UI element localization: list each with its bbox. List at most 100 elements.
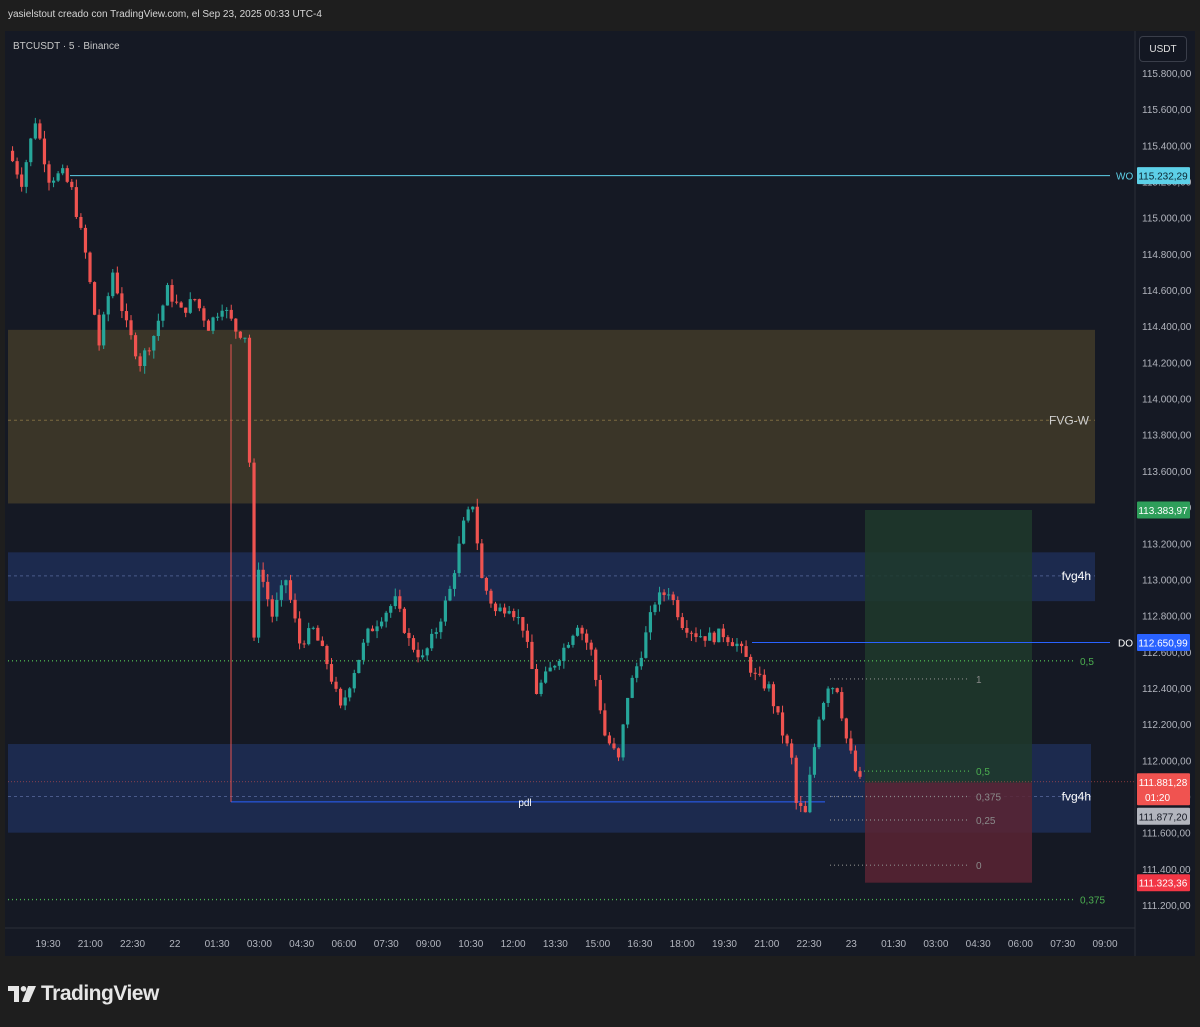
y-tick-label: 113.600,00 <box>1142 467 1192 478</box>
candle <box>111 269 115 299</box>
y-tick-label: 111.600,00 <box>1142 829 1191 840</box>
position-loss-zone <box>865 782 1032 883</box>
zone-label-fvg4h-upper: fvg4h <box>1062 569 1091 583</box>
level-do-label: DO <box>1118 639 1133 650</box>
x-tick-label: 06:00 <box>331 939 356 950</box>
local-fib-label-0: 1 <box>976 675 982 686</box>
zone-0 <box>8 329 1095 504</box>
y-tick-label: 114.400,00 <box>1142 322 1192 333</box>
last-price-badge-countdown: 01:20 <box>1145 793 1170 804</box>
candlestick-chart[interactable]: FVG-W fvg4h fvg4h 0,5 0,375 WO DO pdl 1 0,5 0,375 0… <box>5 31 1195 956</box>
chart-title: yasielstout creado con TradingView.com, … <box>8 9 322 20</box>
last-price-badge: 111.881,28 <box>1139 778 1188 789</box>
x-tick-label: 03:00 <box>247 939 272 950</box>
local-fib-label-1: 0,5 <box>976 767 990 778</box>
x-tick-label: 23 <box>846 939 858 950</box>
x-tick-label: 19:30 <box>35 939 60 950</box>
zone-label-fvg4h-lower: fvg4h <box>1062 789 1091 803</box>
candle <box>247 334 252 468</box>
candle <box>812 743 817 778</box>
x-tick-label: 01:30 <box>881 939 906 950</box>
candle <box>256 562 261 643</box>
y-tick-label: 115.400,00 <box>1142 141 1192 152</box>
x-tick-label: 12:00 <box>501 939 526 950</box>
x-tick-label: 22 <box>169 939 181 950</box>
symbol-label[interactable]: BTCUSDT · 5 · Binance <box>13 41 120 52</box>
wo-price-badge: 115.232,29 <box>1138 172 1188 183</box>
y-tick-label: 112.400,00 <box>1142 684 1192 695</box>
candle <box>133 332 138 360</box>
candle <box>630 675 634 699</box>
x-tick-label: 21:00 <box>754 939 779 950</box>
y-tick-label: 113.000,00 <box>1142 575 1192 586</box>
x-tick-label: 16:30 <box>627 939 652 950</box>
x-tick-label: 06:00 <box>1008 939 1033 950</box>
candle <box>621 723 625 761</box>
candle <box>821 701 826 721</box>
currency-button[interactable]: USDT <box>1139 36 1187 62</box>
y-tick-label: 112.800,00 <box>1142 612 1192 623</box>
x-tick-label: 18:00 <box>670 939 695 950</box>
fib-label-0: 0,5 <box>1080 657 1094 668</box>
level-wo-label: WO <box>1116 172 1133 183</box>
y-tick-label: 115.800,00 <box>1142 69 1192 80</box>
x-tick-label: 09:00 <box>1092 939 1117 950</box>
candle <box>88 251 92 284</box>
x-tick-label: 07:30 <box>1050 939 1075 950</box>
candle <box>794 755 798 810</box>
x-tick-label: 13:30 <box>543 939 568 950</box>
candle <box>338 687 343 709</box>
candle <box>462 516 466 545</box>
chart-area[interactable]: FVG-W fvg4h fvg4h 0,5 0,375 WO DO pdl 1 0,5 0,375 0… <box>5 31 1195 956</box>
candle <box>626 697 630 729</box>
tradingview-logo-icon <box>8 986 36 1002</box>
candle <box>357 659 361 674</box>
y-tick-label: 113.200,00 <box>1142 539 1192 550</box>
x-tick-label: 10:30 <box>458 939 483 950</box>
level-pdl-label: pdl <box>518 798 531 809</box>
candle <box>480 538 484 579</box>
zone-label-fvgw: FVG-W <box>1049 413 1090 427</box>
x-tick-label: 21:00 <box>78 939 103 950</box>
y-tick-label: 112.000,00 <box>1142 756 1192 767</box>
x-tick-label: 22:30 <box>797 939 822 950</box>
x-tick-label: 15:00 <box>585 939 610 950</box>
do-price-badge: 112.650,99 <box>1138 639 1188 650</box>
y-tick-label: 111.200,00 <box>1142 901 1191 912</box>
y-tick-label: 114.200,00 <box>1142 358 1192 369</box>
x-tick-label: 04:30 <box>966 939 991 950</box>
y-tick-label: 112.200,00 <box>1142 720 1192 731</box>
candle <box>840 687 844 722</box>
target-price-badge: 113.383,97 <box>1138 506 1188 517</box>
y-tick-label: 115.600,00 <box>1142 105 1192 116</box>
stop-price-badge: 111.323,36 <box>1139 879 1188 890</box>
local-fib-label-4: 0 <box>976 861 982 872</box>
y-tick-label: 114.600,00 <box>1142 286 1192 297</box>
x-tick-label: 07:30 <box>374 939 399 950</box>
position-profit-zone <box>865 509 1032 783</box>
tradingview-logo-text: TradingView <box>41 982 159 1005</box>
candle <box>443 596 447 626</box>
candle <box>92 281 97 316</box>
candle <box>206 319 211 331</box>
local-fib-label-2: 0,375 <box>976 792 1001 803</box>
x-tick-label: 03:00 <box>923 939 948 950</box>
y-tick-label: 114.800,00 <box>1142 250 1192 261</box>
entry-price-badge: 111.877,20 <box>1139 812 1188 823</box>
y-tick-label: 111.400,00 <box>1142 865 1191 876</box>
y-tick-label: 113.800,00 <box>1142 431 1192 442</box>
local-fib-label-3: 0,25 <box>976 816 996 827</box>
candle <box>598 674 602 714</box>
x-tick-label: 01:30 <box>205 939 230 950</box>
candle <box>252 458 256 642</box>
x-tick-label: 22:30 <box>120 939 145 950</box>
fib-label-1: 0,375 <box>1080 896 1105 907</box>
candle <box>29 137 33 167</box>
y-tick-label: 115.000,00 <box>1142 214 1192 225</box>
x-tick-label: 09:00 <box>416 939 441 950</box>
tradingview-logo[interactable]: TradingView <box>8 981 159 1007</box>
footer <box>0 960 1200 1027</box>
candle <box>102 311 106 349</box>
candle <box>165 282 170 306</box>
x-tick-label: 04:30 <box>289 939 314 950</box>
